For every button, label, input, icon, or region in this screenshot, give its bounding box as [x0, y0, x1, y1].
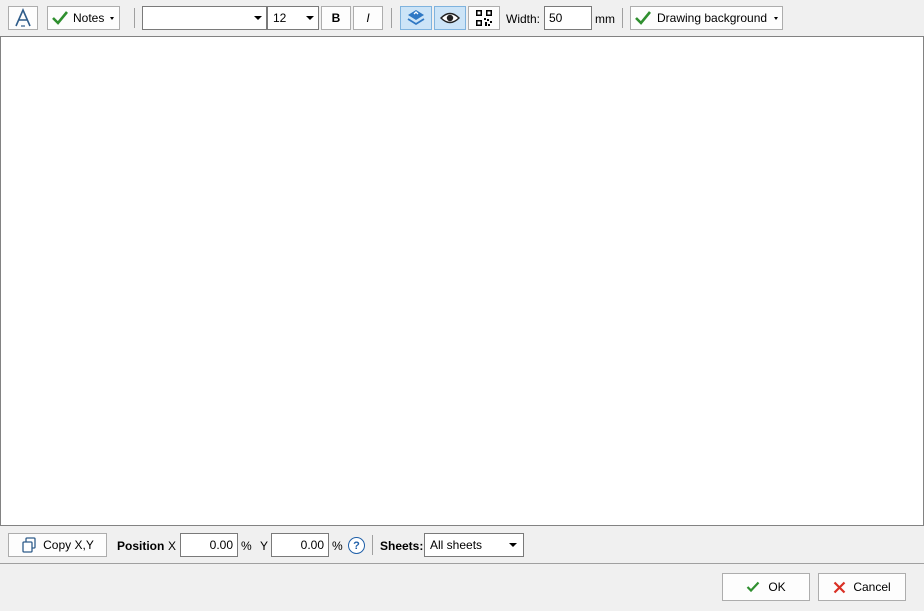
eye-icon: [440, 12, 460, 24]
width-unit: mm: [595, 12, 615, 26]
y-unit: %: [332, 539, 343, 553]
chevron-down-icon: [503, 543, 523, 547]
font-size-combo[interactable]: 12: [267, 6, 319, 30]
qr-code-icon: [476, 10, 492, 26]
check-icon: [52, 11, 69, 25]
help-glyph: ?: [353, 539, 360, 552]
help-icon[interactable]: ?: [348, 537, 365, 554]
toolbar-separator: [134, 8, 135, 28]
drawing-canvas[interactable]: [0, 36, 924, 526]
width-value: 50: [549, 11, 563, 25]
x-position-input[interactable]: 0.00: [180, 533, 238, 557]
chevron-down-icon: [774, 16, 779, 20]
drawing-background-label: Drawing background: [657, 11, 768, 25]
toolbar-separator: [622, 8, 623, 28]
font-name-combo[interactable]: [142, 6, 267, 30]
check-icon: [747, 581, 760, 593]
text-style-button[interactable]: [8, 6, 38, 30]
y-label: Y: [260, 539, 269, 553]
notes-label: Notes: [73, 11, 105, 25]
chevron-down-icon: [302, 16, 318, 20]
position-bar-separator: [372, 535, 373, 555]
x-position-value: 0.00: [209, 538, 233, 552]
close-icon: [834, 581, 846, 593]
position-bar: Copy X,Y Position X 0.00 % Y 0.00 % ? Sh…: [0, 526, 924, 564]
italic-label: I: [366, 11, 370, 25]
check-icon: [635, 11, 652, 25]
layers-icon: [407, 10, 425, 26]
y-position-value: 0.00: [300, 538, 324, 552]
sheets-value: All sheets: [430, 538, 483, 552]
text-style-icon: [15, 8, 31, 27]
x-label: X: [168, 539, 177, 553]
chevron-down-icon: [250, 16, 266, 20]
toolbar: Notes 12 B I Width: 50 mm Drawing backgr…: [0, 0, 924, 36]
copy-icon: [22, 537, 36, 553]
bold-label: B: [331, 11, 341, 25]
qr-code-button[interactable]: [468, 6, 500, 30]
x-unit: %: [241, 539, 252, 553]
cancel-label: Cancel: [853, 580, 891, 594]
y-position-input[interactable]: 0.00: [271, 533, 329, 557]
dialog-footer: OK Cancel: [0, 565, 924, 611]
drawing-background-dropdown[interactable]: Drawing background: [630, 6, 783, 30]
width-input[interactable]: 50: [544, 6, 592, 30]
ok-label: OK: [768, 580, 786, 594]
copy-xy-label: Copy X,Y: [43, 538, 94, 552]
sheets-combo[interactable]: All sheets: [424, 533, 524, 557]
layer-button[interactable]: [400, 6, 432, 30]
width-label: Width:: [506, 12, 541, 26]
notes-dropdown[interactable]: Notes: [47, 6, 120, 30]
copy-xy-button[interactable]: Copy X,Y: [8, 533, 107, 557]
chevron-down-icon: [110, 16, 115, 20]
italic-button[interactable]: I: [353, 6, 383, 30]
bold-button[interactable]: B: [321, 6, 351, 30]
toolbar-separator: [391, 8, 392, 28]
visibility-button[interactable]: [434, 6, 466, 30]
font-size-value: 12: [273, 11, 287, 25]
sheets-label: Sheets:: [380, 539, 424, 553]
ok-button[interactable]: OK: [722, 573, 810, 601]
position-label: Position: [117, 539, 165, 553]
cancel-button[interactable]: Cancel: [818, 573, 906, 601]
